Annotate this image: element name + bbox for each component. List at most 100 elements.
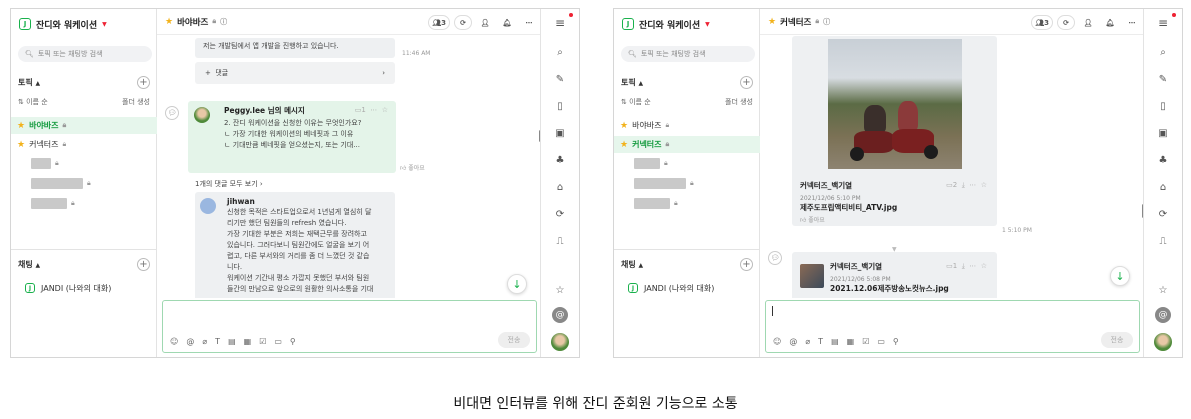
like-button[interactable]: 👍︎ 좋아요 — [400, 163, 425, 172]
emoji-icon[interactable]: ☺ — [773, 337, 781, 346]
search-input[interactable]: 🔍︎ 토픽 또는 채팅방 검색 — [621, 46, 755, 62]
atv-photo[interactable] — [828, 39, 962, 169]
topic-item-connectors[interactable]: ★ 커넥터즈 🔒︎ — [614, 136, 760, 153]
send-button[interactable]: 전송 — [1101, 332, 1133, 348]
star-icon[interactable]: ★ — [768, 17, 776, 27]
quoted-message[interactable]: Peggy.lee 님의 메시지 ▭1 ⋯ ☆ 2. 잔디 워케이션을 신청한 … — [188, 101, 396, 173]
calendar-icon[interactable]: ▣ — [1154, 125, 1172, 141]
post-icon[interactable]: ▤ — [831, 337, 839, 346]
invite-icon[interactable]: 👤︎ — [1079, 15, 1097, 30]
more-icon[interactable]: ⋯ — [1123, 15, 1141, 30]
topic-item-redacted[interactable]: 🔒︎ — [11, 195, 157, 212]
text-format-icon[interactable]: T — [818, 337, 823, 346]
mention-icon[interactable]: @ — [789, 337, 797, 346]
chat-section-header[interactable]: 채팅 ▲ + — [18, 257, 150, 271]
topic-item-redacted[interactable]: 🔒︎ — [614, 155, 760, 172]
drive-icon[interactable]: ⌂ — [1154, 179, 1172, 195]
message-input[interactable]: ☺ @ ⌀ T ▤ ▦ ☑ ▭ ⚲ 전송 — [765, 300, 1140, 353]
team-switcher[interactable]: J 잔디와 워케이션 ▼ — [622, 16, 710, 32]
emoji-icon[interactable]: ☺ — [170, 337, 178, 346]
menu-icon[interactable]: ≡ — [551, 15, 569, 31]
notes-icon[interactable]: ✎ — [1154, 71, 1172, 87]
comment-button[interactable]: + 댓글 › — [195, 62, 395, 84]
connect-icon[interactable]: ⟳ — [1057, 15, 1075, 30]
more-icon[interactable]: ⋯ — [520, 15, 538, 30]
message-input[interactable]: ☺ @ ⌀ T ▤ ▦ ☑ ▭ ⚲ 전송 — [162, 300, 537, 353]
mention-icon[interactable]: @ — [1154, 307, 1172, 323]
star-icon[interactable]: ☆ — [1154, 282, 1172, 298]
star-icon[interactable]: ★ — [165, 17, 173, 27]
mention-icon[interactable]: @ — [551, 307, 569, 323]
info-icon[interactable]: ⓘ — [823, 17, 830, 27]
text-format-icon[interactable]: T — [215, 337, 220, 346]
notes-icon[interactable]: ✎ — [551, 71, 569, 87]
mention-icon[interactable]: @ — [186, 337, 194, 346]
star-icon[interactable]: ☆ — [551, 282, 569, 298]
connect-icon[interactable]: ⟳ — [551, 206, 569, 222]
file-message[interactable]: 커넥터즈_백기열 ▭1 ⤓ ⋯ ☆ 2021/12/06 5:08 PM 202… — [792, 252, 997, 298]
topic-item-bayabaz[interactable]: ★ 바야바즈 🔒︎ — [614, 117, 760, 134]
schedule-icon[interactable]: ▦ — [847, 337, 855, 346]
topic-item-redacted[interactable]: 🔒︎ — [11, 175, 157, 192]
link-icon[interactable]: ⚲ — [893, 337, 899, 346]
calendar-icon[interactable]: ▣ — [551, 125, 569, 141]
add-chat-button[interactable]: + — [137, 257, 150, 271]
topics-section-header[interactable]: 토픽 ▲ + — [18, 75, 150, 89]
file-name[interactable]: 2021.12.06제주방송노컷뉴스.jpg — [830, 283, 949, 294]
chat-section-header[interactable]: 채팅 ▲ + — [621, 257, 753, 271]
schedule-icon[interactable]: ▦ — [244, 337, 252, 346]
topics-section-header[interactable]: 토픽 ▲ + — [621, 75, 753, 89]
search-icon[interactable]: ⌕ — [1154, 44, 1172, 60]
user-avatar[interactable] — [1154, 333, 1172, 351]
video-icon[interactable]: ▭ — [274, 337, 282, 346]
like-button[interactable]: 👍︎ 좋아요 — [800, 215, 825, 226]
bell-icon[interactable]: 🔔︎ — [498, 15, 516, 30]
todo-icon[interactable]: ☑ — [259, 337, 266, 346]
connect-icon[interactable]: ⟳ — [454, 15, 472, 30]
topic-item-redacted[interactable]: 🔒︎ — [11, 155, 157, 172]
sort-button[interactable]: ⇅ 이름 순 — [621, 97, 651, 107]
file-actions[interactable]: ▭2 ⤓ ⋯ ☆ — [946, 180, 987, 191]
members-button[interactable]: 👥︎ 3 — [428, 15, 450, 30]
attach-icon[interactable]: ⌀ — [202, 337, 207, 346]
file-message[interactable]: 커넥터즈_백기열 ▭2 ⤓ ⋯ ☆ 2021/12/06 5:10 PM 제주도… — [792, 36, 997, 226]
file-name[interactable]: 제주도프립액티비티_ATV.jpg — [800, 202, 897, 213]
topic-item-redacted[interactable]: 🔒︎ — [614, 175, 760, 192]
create-folder-button[interactable]: 폴더 생성 — [725, 97, 753, 107]
scroll-down-button[interactable]: ↓ — [507, 274, 527, 294]
add-topic-button[interactable]: + — [137, 75, 150, 89]
attach-icon[interactable]: ⌀ — [805, 337, 810, 346]
file-thumbnail[interactable] — [800, 264, 824, 288]
bell-icon[interactable]: 🔔︎ — [1101, 15, 1119, 30]
connect-icon[interactable]: ⟳ — [1154, 206, 1172, 222]
menu-icon[interactable]: ≡ — [1154, 15, 1172, 31]
send-button[interactable]: 전송 — [498, 332, 530, 348]
add-chat-button[interactable]: + — [740, 257, 753, 271]
create-folder-button[interactable]: 폴더 생성 — [122, 97, 150, 107]
drive-icon[interactable]: ⌂ — [551, 179, 569, 195]
members-button[interactable]: 👥︎ 3 — [1031, 15, 1053, 30]
todo-icon[interactable]: ☑ — [862, 337, 869, 346]
post-icon[interactable]: ▤ — [228, 337, 236, 346]
add-topic-button[interactable]: + — [740, 75, 753, 89]
topic-item-redacted[interactable]: 🔒︎ — [614, 195, 760, 212]
invite-icon[interactable]: 👤︎ — [476, 15, 494, 30]
file-icon[interactable]: ▯ — [1154, 98, 1172, 114]
sort-button[interactable]: ⇅ 이름 순 — [18, 97, 48, 107]
org-chart-icon[interactable]: ♣ — [1154, 152, 1172, 168]
topic-item-bayabaz[interactable]: ★ 바야바즈 🔒︎ — [11, 117, 157, 134]
search-input[interactable]: 🔍︎ 토픽 또는 채팅방 검색 — [18, 46, 152, 62]
bookmark-icon[interactable]: ⎍ — [551, 233, 569, 249]
file-icon[interactable]: ▯ — [551, 98, 569, 114]
topic-item-connectors[interactable]: ★ 커넥터즈 🔒︎ — [11, 136, 157, 153]
team-switcher[interactable]: J 잔디와 워케이션 ▼ — [19, 16, 107, 32]
scroll-down-button[interactable]: ↓ — [1110, 266, 1130, 286]
link-icon[interactable]: ⚲ — [290, 337, 296, 346]
org-chart-icon[interactable]: ♣ — [551, 152, 569, 168]
chat-item-jandi[interactable]: J JANDI (나와의 대화) — [628, 280, 714, 296]
bookmark-icon[interactable]: ⎍ — [1154, 233, 1172, 249]
message-actions[interactable]: ▭1 ⋯ ☆ — [355, 105, 388, 116]
chat-item-jandi[interactable]: J JANDI (나와의 대화) — [25, 280, 111, 296]
view-all-replies-link[interactable]: 1개의 댓글 모두 보기 › — [195, 179, 263, 189]
video-icon[interactable]: ▭ — [877, 337, 885, 346]
